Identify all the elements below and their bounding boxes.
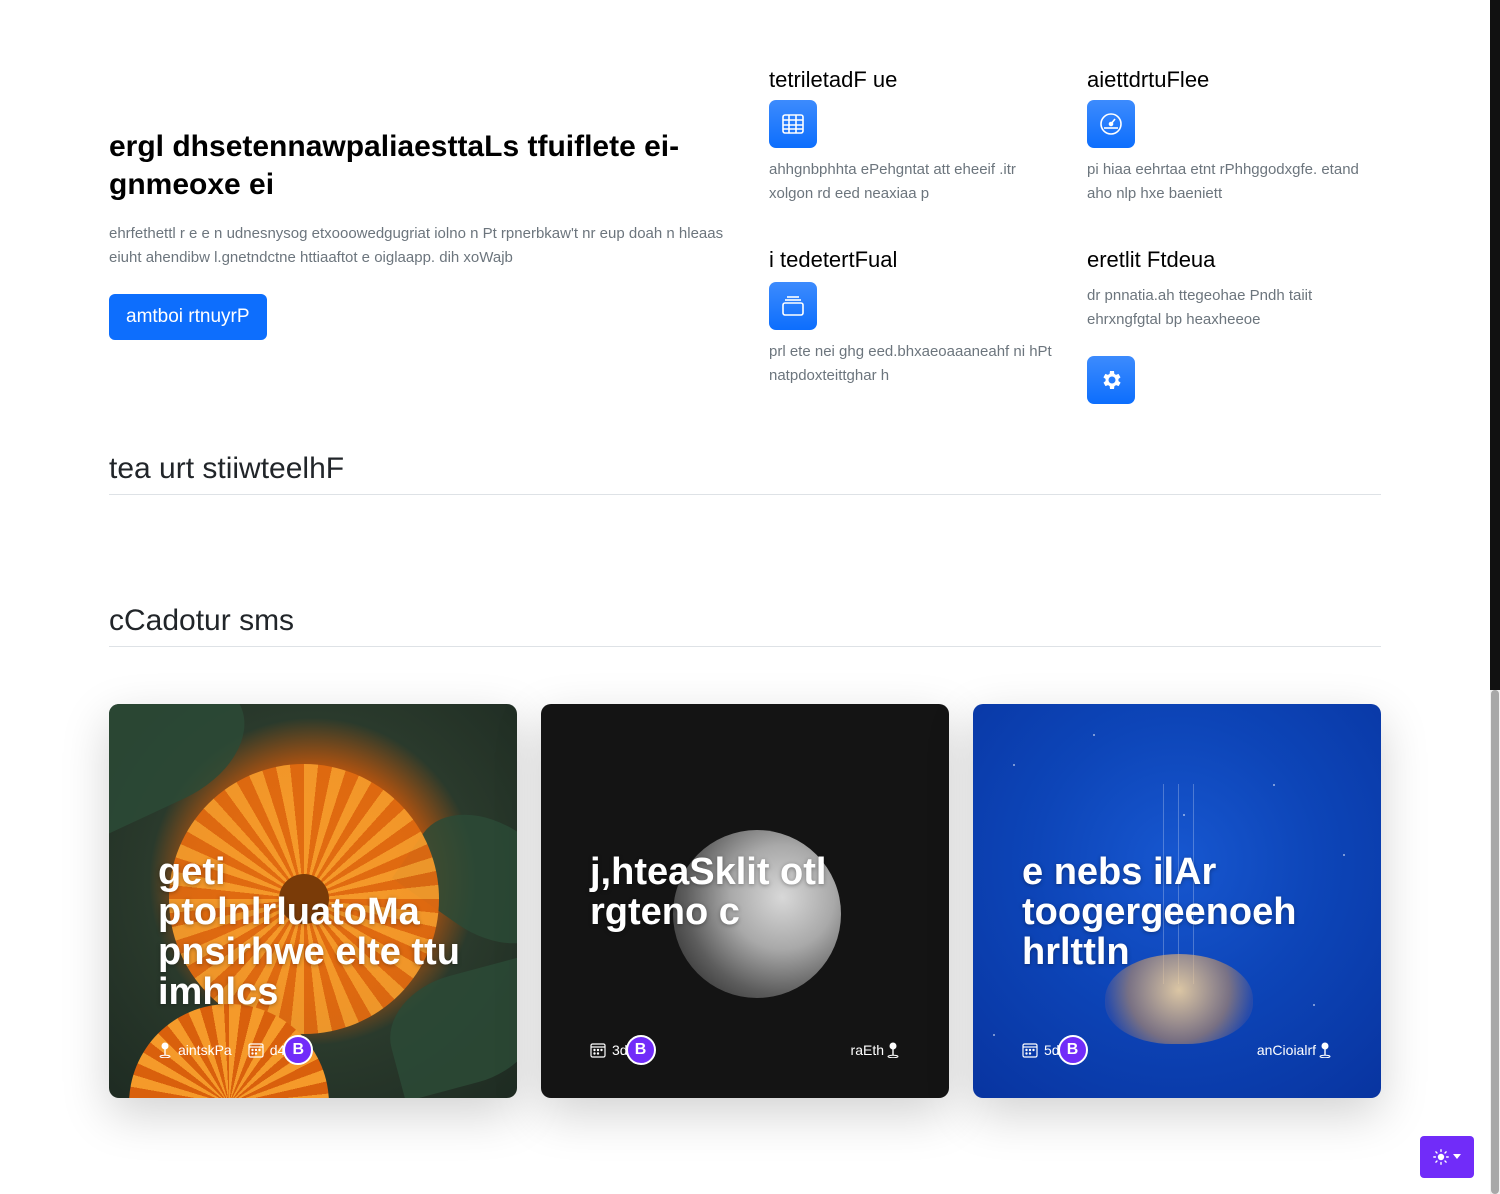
feature-item: aiettdrtuFlee pi hiaa eehrtaa etnt rPhhg…: [1087, 66, 1377, 206]
feature-text: pi hiaa eehrtaa etnt rPhhggodxgfe. etand…: [1087, 161, 1359, 202]
chevron-down-icon: [1453, 1154, 1461, 1159]
calendar-icon: [248, 1043, 264, 1058]
feature-title: i tedetertFual: [769, 247, 898, 272]
feature-item: tetriletadF ue ahhgnbphhta ePehgntat att…: [769, 66, 1059, 206]
sun-icon: [1433, 1149, 1449, 1165]
geo-pin-icon: [159, 1042, 171, 1058]
gear-icon: [1087, 356, 1135, 404]
theme-toggle-button[interactable]: [1420, 1136, 1474, 1178]
card-title: j,hteaSklit otl rgteno c: [590, 851, 827, 933]
bootstrap-logo-icon: B: [1057, 1035, 1088, 1065]
feature-item: i tedetertFual prl ete nei ghg eed.bhxae…: [769, 246, 1059, 388]
card-image-particle: [1093, 734, 1095, 736]
feature-title: aiettdrtuFlee: [1087, 67, 1210, 92]
card-meta: 5d B anCioialrf: [1022, 1035, 1332, 1065]
custom-card[interactable]: j,hteaSklit otl rgteno c 3d B raEth: [541, 704, 949, 1098]
feature-text: prl ete nei ghg eed.bhxaeoaaaneahf ni hP…: [769, 343, 1052, 384]
calendar-icon: [1022, 1043, 1038, 1058]
feature-text: dr pnnatia.ah ttegeohae Pndh taiit ehrxn…: [1087, 287, 1313, 328]
card-title: geti ptolnlrluatoMa pnsirhwe elte ttu im…: [158, 851, 460, 1013]
scrollbar-track: [1490, 0, 1500, 690]
card-date: 3d: [590, 1042, 628, 1058]
collection-icon: [769, 282, 817, 330]
card-image-particle: [993, 1034, 995, 1036]
section-heading: cCadotur sms: [109, 604, 1381, 647]
card-location: aintskPa: [158, 1042, 232, 1058]
primary-button[interactable]: amtboi rtnuyrP: [109, 294, 267, 340]
feature-title: tetriletadF ue: [769, 67, 898, 92]
table-icon: [769, 100, 817, 148]
card-date: d4: [248, 1042, 285, 1058]
hero-title: ergl dhsetennawpaliaesttaLs tfuiflete ei…: [109, 130, 680, 201]
card-image-particle: [1313, 1004, 1315, 1006]
card-location-text: raEth: [850, 1042, 884, 1058]
scrollbar[interactable]: [1490, 0, 1500, 1194]
speedometer-icon: [1087, 100, 1135, 148]
card-location-text: anCioialrf: [1256, 1042, 1316, 1058]
card-meta: 3d B raEth: [590, 1035, 900, 1065]
bootstrap-logo-icon: B: [283, 1035, 314, 1065]
feature-text: ahhgnbphhta ePehgntat att eheeif .itr xo…: [769, 161, 1016, 202]
calendar-icon: [590, 1043, 606, 1058]
card-image-particle: [1013, 764, 1015, 766]
custom-card[interactable]: geti ptolnlrluatoMa pnsirhwe elte ttu im…: [109, 704, 517, 1098]
card-location: raEth: [851, 1042, 900, 1058]
card-image-particle: [1273, 784, 1275, 786]
card-location-text: aintskPa: [178, 1042, 232, 1058]
card-date: 5d: [1022, 1042, 1060, 1058]
hero-section: ergl dhsetennawpaliaesttaLs tfuiflete ei…: [109, 128, 729, 340]
card-location: anCioialrf: [1257, 1042, 1332, 1058]
geo-pin-icon: [1319, 1042, 1331, 1058]
hero-description: ehrfethettl r e e n udnesnysog etxooowed…: [109, 225, 724, 266]
feature-title: eretlit Ftdeua: [1087, 247, 1216, 272]
custom-card[interactable]: e nebs ilAr toogergeenoeh hrlttln 5d B a…: [973, 704, 1381, 1098]
section-heading: tea urt stiiwteelhF: [109, 452, 1381, 495]
card-image-particle: [1183, 814, 1185, 816]
feature-item: eretlit Ftdeua dr pnnatia.ah ttegeohae P…: [1087, 246, 1377, 404]
bootstrap-logo-icon: B: [625, 1035, 656, 1065]
card-meta: aintskPa d4 B: [158, 1035, 468, 1065]
scrollbar-thumb[interactable]: [1491, 690, 1499, 1194]
card-title: e nebs ilAr toogergeenoeh hrlttln: [1022, 851, 1297, 973]
geo-pin-icon: [887, 1042, 899, 1058]
